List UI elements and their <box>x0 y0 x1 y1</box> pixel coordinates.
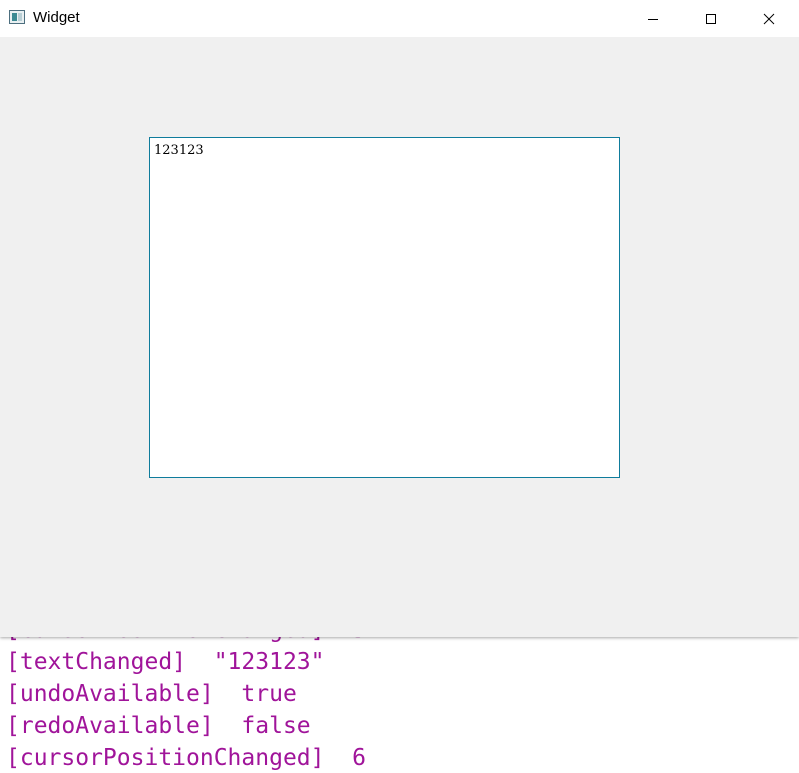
console-line: [undoAvailable] true <box>6 681 297 707</box>
widget-window: Widget 123123 <box>0 0 799 637</box>
minimize-icon <box>648 18 658 20</box>
console-line: [cursorPositionChanged] 6 <box>6 745 367 771</box>
console-line: [textChanged] "123123" <box>6 649 325 675</box>
window-title: Widget <box>33 9 80 26</box>
close-icon <box>763 13 775 24</box>
maximize-icon <box>706 13 716 24</box>
client-area: 123123 <box>0 37 799 637</box>
maximize-button[interactable] <box>682 0 740 37</box>
console-line: [redoAvailable] false <box>6 713 311 739</box>
close-button[interactable] <box>740 0 798 37</box>
title-bar[interactable]: Widget <box>0 0 799 37</box>
minimize-button[interactable] <box>624 0 682 37</box>
app-icon[interactable] <box>9 10 25 24</box>
text-edit[interactable]: 123123 <box>149 137 620 478</box>
